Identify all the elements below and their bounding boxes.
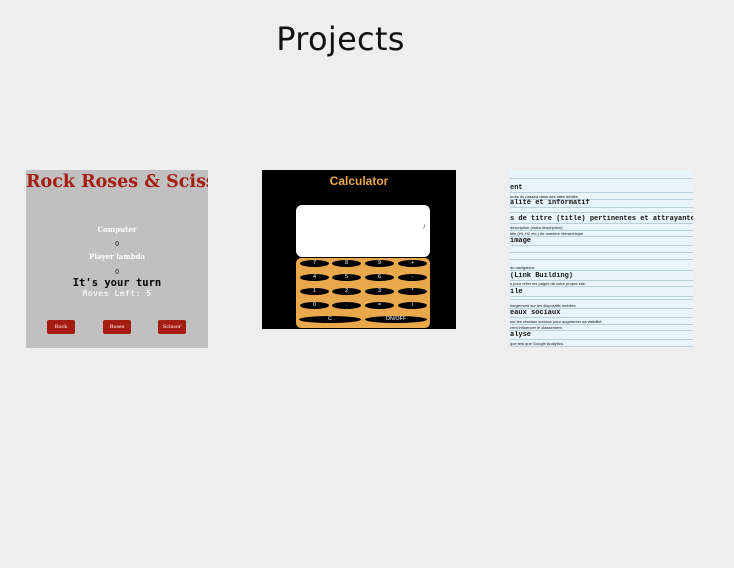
key-equals[interactable]: = [365,302,394,309]
computer-score: 0 [115,241,119,248]
calculator-keypad: 7 8 9 + 4 5 6 - 1 2 3 * 0 . = / C ON/OFF [296,258,430,328]
key-5[interactable]: 5 [332,274,361,281]
key-6[interactable]: 6 [365,274,394,281]
roses-button[interactable]: Roses [103,320,131,334]
calculator-display-value: / [423,225,425,231]
project-card-rock-roses-scissor[interactable]: Rock Roses & Scissor Computer 0 Player l… [26,170,208,348]
doc-line: du navigateur. [510,265,693,271]
divider [510,299,693,300]
key-0[interactable]: 0 [300,302,329,309]
scissor-button[interactable]: Scissor [158,320,186,334]
project-card-calculator[interactable]: Calculator / 7 8 9 + 4 5 6 - 1 2 3 * 0 .… [262,170,456,329]
player-score: 0 [115,269,119,276]
divider [510,212,693,213]
key-4[interactable]: 4 [300,274,329,281]
divider [510,178,693,179]
doc-line: eaux sociaux [510,309,693,318]
doc-line: ile [510,288,693,297]
player-label: Player lambda [88,252,146,261]
key-on-off[interactable]: ON/OFF [365,316,427,323]
divider [510,252,693,253]
key-minus[interactable]: - [398,274,427,281]
computer-label: Computer [97,225,137,234]
moves-left-text: Moves Left: 5 [82,289,152,298]
doc-line: alyse [510,331,693,340]
key-decimal[interactable]: . [332,302,361,309]
doc-line: (Link Building) [510,272,693,281]
calculator-title: Calculator [329,174,389,188]
key-8[interactable]: 8 [332,260,361,267]
key-7[interactable]: 7 [300,260,329,267]
doc-line: ent [510,184,693,193]
turn-text: It's your turn [72,277,162,289]
doc-line: alité et informatif [510,199,693,208]
key-divide[interactable]: / [398,302,427,309]
doc-line: s de titre (title) pertinentes et attray… [510,215,693,224]
doc-line: que tels que Google Analytics. [510,341,693,347]
key-2[interactable]: 2 [332,288,361,295]
key-3[interactable]: 3 [365,288,394,295]
key-9[interactable]: 9 [365,260,394,267]
key-plus[interactable]: + [398,260,427,267]
key-1[interactable]: 1 [300,288,329,295]
key-clear[interactable]: C [299,316,361,323]
calculator-display: / [296,205,430,257]
doc-line: image [510,237,693,246]
doc-line: s pour relier les pages de votre propre … [510,281,693,287]
divider [510,259,693,260]
rock-button[interactable]: Rock [47,320,75,334]
rps-title: Rock Roses & Scissor [26,172,208,192]
key-multiply[interactable]: * [398,288,427,295]
project-card-seo-document[interactable]: ent mots du passea dans des sites dédiés… [510,170,693,347]
page-title: Projects [276,20,405,58]
